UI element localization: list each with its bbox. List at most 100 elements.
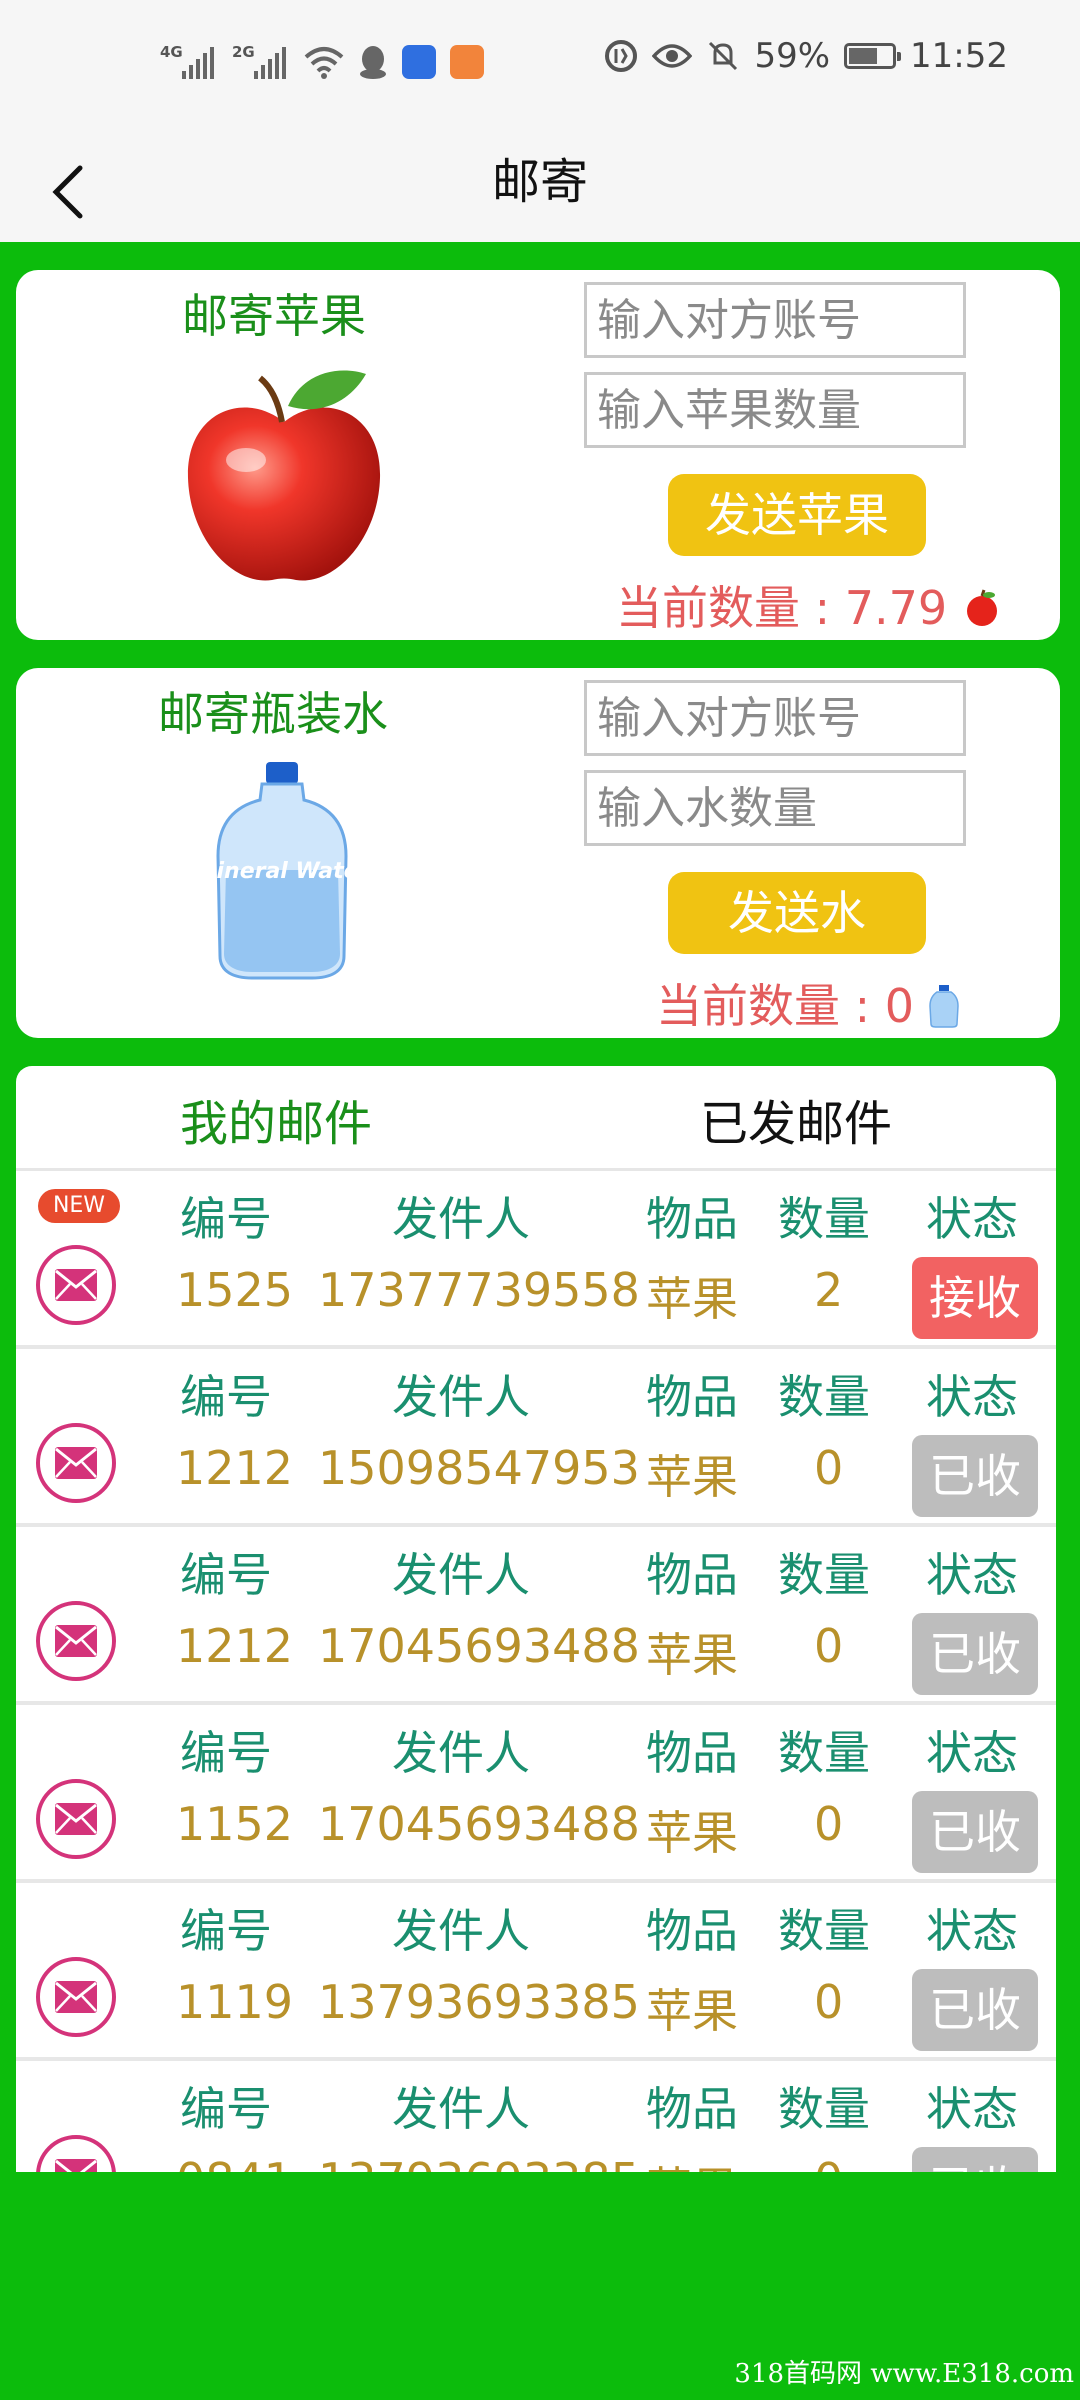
mail-sender: 13793693385 [318,2153,640,2172]
mail-item: 苹果 [646,1450,738,1504]
received-status-button[interactable]: 已收 [912,1969,1038,2051]
wifi-icon [304,47,344,79]
mail-row: 编号 发件人 物品数量 状态 0841 13793693385 苹果 0 已收 [16,2061,1056,2172]
data-saver-icon [605,40,638,72]
water-account-input[interactable] [584,680,966,756]
mail-item: 苹果 [646,1272,738,1326]
mail-qty: 2 [814,1263,844,1317]
signal-icon: 4G [160,43,218,79]
header-status: 状态 [926,1548,1018,1602]
video-icon [450,45,484,79]
mail-id: 0841 [176,2153,293,2172]
status-bar: 4G 2G 59% 11:52 [0,0,1080,140]
app-icon [402,45,436,79]
water-send-card: 邮寄瓶装水 Mineral Water 发送水 当前数量 : 0 [16,668,1060,1038]
apple-count: 当前数量 : 7.79 [616,581,948,635]
header-item: 物品 [646,1192,738,1246]
new-badge: NEW [38,1189,120,1223]
envelope-icon [36,2135,116,2172]
mail-row: 编号 发件人 物品 数量 状态 1119 13793693385 苹果 0 已收 [16,1883,1056,2061]
mail-sender: 17377739558 [318,1263,640,1317]
mail-sender: 17045693488 [318,1797,640,1851]
apple-amount-input[interactable] [584,372,966,448]
apple-small-icon [966,589,997,626]
mail-item: 苹果 [646,2153,738,2172]
header-item: 物品 [646,1370,738,1424]
envelope-icon [36,1779,116,1859]
received-status-button[interactable]: 已收 [912,2147,1038,2172]
envelope-icon [36,1957,116,2037]
header-id: 编号 [180,1192,272,1246]
header-qty: 数量 [778,1192,870,1246]
apple-account-input[interactable] [584,282,966,358]
mail-id: 1212 [176,1619,294,1673]
mute-icon [709,41,738,71]
header-qty: 数量 [778,1726,870,1780]
header-qty: 数量 [778,1904,870,1958]
back-button[interactable] [42,152,102,232]
header-item: 物品 [646,1904,738,1958]
send-water-button[interactable]: 发送水 [668,872,926,954]
header-status: 状态 [926,1726,1018,1780]
mail-row: 编号 发件人 物品 数量 状态 1212 15098547953 苹果 0 已收 [16,1349,1056,1527]
mail-id: 1119 [176,1975,294,2029]
header-qty: 数量 [778,2082,870,2136]
battery-percent: 59% [754,36,831,76]
water-count: 当前数量 : 0 [656,979,915,1033]
header-id: 编号 [180,1370,272,1424]
mail-list: NEW 编号 发件人 物品 数量 状态 1525 17377739558 苹果 2 接收 编号 发件人物… [16,1171,1056,2172]
mail-row: 编号 发件人 物品 数量 状态 1212 17045693488 苹果 0 已收 [16,1527,1056,1705]
header-sender: 发件人 [392,1904,530,1958]
send-apple-button[interactable]: 发送苹果 [668,474,926,556]
envelope-icon [36,1423,116,1503]
received-status-button[interactable]: 已收 [912,1435,1038,1517]
mail-tabs: 我的邮件 已发邮件 [16,1066,1056,1171]
apple-send-card: 邮寄苹果 发送苹果 当前数量 : 7.79 [16,270,1060,640]
signal-icon-2: 2G [232,43,290,79]
header-sender: 发件人 [392,1370,530,1424]
eye-icon [652,44,693,68]
page-title: 邮寄 [491,154,588,210]
mail-sender: 17045693488 [318,1619,640,1673]
water-count-row: 当前数量 : 0 [656,970,959,1036]
mail-sender: 15098547953 [318,1441,640,1495]
mail-qty: 0 [814,1619,844,1673]
header-status: 状态 [926,2082,1018,2136]
water-card-title: 邮寄瓶装水 [158,687,388,741]
tab-sent-mail[interactable]: 已发邮件 [700,1084,892,1154]
network-type-1: 4G [160,43,183,61]
tab-my-mail[interactable]: 我的邮件 [180,1084,372,1154]
header-status: 状态 [926,1192,1018,1246]
envelope-icon [36,1601,116,1681]
receive-button[interactable]: 接收 [912,1257,1038,1339]
header-id: 编号 [180,1726,272,1780]
header-id: 编号 [180,2082,272,2136]
mail-qty: 0 [814,1975,844,2029]
header-status: 状态 [926,1904,1018,1958]
mail-item: 苹果 [646,1628,738,1682]
header-sender: 发件人 [392,1726,530,1780]
apple-card-title: 邮寄苹果 [182,289,366,343]
mail-panel: 我的邮件 已发邮件 NEW 编号 发件人 物品 数量 状态 1525 17377739558 苹… [16,1066,1056,2172]
header-id: 编号 [180,1548,272,1602]
header-item: 物品 [646,2082,738,2136]
water-bottle-icon: Mineral Water [212,762,352,980]
header-sender: 发件人 [392,1548,530,1602]
mail-row: NEW 编号 发件人 物品 数量 状态 1525 17377739558 苹果 2 接收 [16,1171,1056,1349]
header-item: 物品 [646,1548,738,1602]
battery-icon [844,43,902,69]
header-qty: 数量 [778,1370,870,1424]
received-status-button[interactable]: 已收 [912,1613,1038,1695]
mail-id: 1152 [176,1797,294,1851]
header-sender: 发件人 [392,2082,530,2136]
watermark: 318首码网 www.E318.com [734,2359,1074,2389]
envelope-icon [36,1245,116,1325]
apple-count-row: 当前数量 : 7.79 [616,572,1002,638]
chevron-left-icon [52,165,83,219]
header-id: 编号 [180,1904,272,1958]
received-status-button[interactable]: 已收 [912,1791,1038,1873]
water-amount-input[interactable] [584,770,966,846]
water-small-icon [928,985,959,1028]
network-type-2: 2G [232,43,255,61]
header-sender: 发件人 [392,1192,530,1246]
